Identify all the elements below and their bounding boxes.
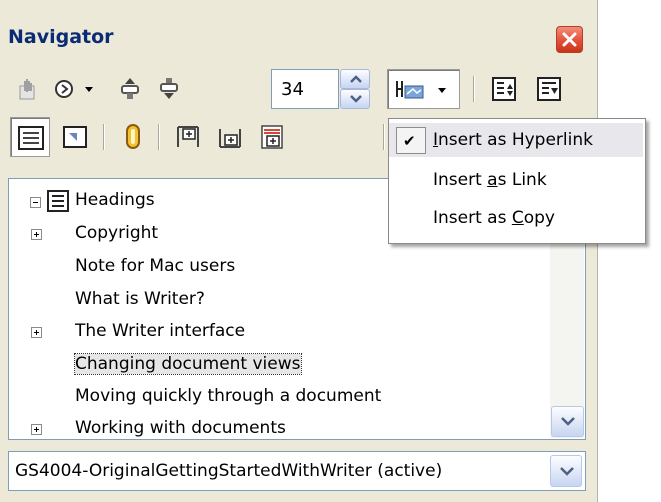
- anchor-button[interactable]: [252, 117, 292, 157]
- scroll-down-button[interactable]: [551, 406, 584, 437]
- anchor-icon: [261, 125, 283, 149]
- demote-level-button[interactable]: [529, 69, 569, 109]
- spin-up-button[interactable]: [340, 69, 370, 89]
- document-select-dropdown-button[interactable]: [550, 455, 582, 487]
- collapse-toggle[interactable]: [30, 197, 41, 208]
- navigation-icon: [55, 80, 73, 98]
- page-number-spinner[interactable]: [340, 69, 370, 109]
- menu-item-insert-as-hyperlink[interactable]: ✔ Insert as Hyperlink: [389, 123, 643, 157]
- set-reminder-button[interactable]: [113, 117, 153, 157]
- menu-item-insert-as-link[interactable]: Insert as Link: [389, 163, 643, 197]
- previous-button[interactable]: [110, 69, 150, 109]
- header-icon: [177, 126, 199, 147]
- navigation-dropdown[interactable]: [82, 69, 96, 109]
- tree-item-selected[interactable]: Changing document views: [74, 353, 302, 375]
- panel-title: Navigator: [8, 26, 114, 48]
- tree-item[interactable]: The Writer interface: [75, 321, 245, 341]
- footer-button[interactable]: [210, 117, 250, 157]
- toolbar-separator: [103, 124, 104, 150]
- chevron-down-icon: [350, 95, 362, 103]
- spin-down-button[interactable]: [340, 89, 370, 109]
- navigator-panel: Navigator 34 Headings Copyright Note for…: [0, 0, 597, 502]
- footer-icon: [219, 129, 241, 148]
- navigation-button[interactable]: [50, 69, 84, 109]
- chevron-down-icon: [560, 467, 574, 476]
- drag-mode-icon: [396, 81, 446, 99]
- headings-icon: [47, 190, 69, 212]
- drag-mode-menu: ✔ Insert as Hyperlink Insert as Link Ins…: [388, 118, 646, 244]
- list-box-icon: [18, 126, 44, 150]
- expand-toggle[interactable]: [31, 229, 42, 240]
- document-select-value: GS4004-OriginalGettingStartedWithWriter …: [15, 461, 443, 481]
- promote-level-icon: [492, 77, 516, 101]
- expand-toggle[interactable]: [31, 424, 42, 435]
- panel-border: [597, 0, 598, 502]
- expand-toggle[interactable]: [31, 327, 42, 338]
- toolbar-separator: [383, 124, 384, 150]
- close-icon: [562, 32, 577, 47]
- tree-item[interactable]: What is Writer?: [75, 289, 205, 309]
- content-view-icon: [63, 126, 87, 148]
- promote-level-button[interactable]: [484, 69, 524, 109]
- demote-level-icon: [537, 77, 561, 101]
- toolbar-separator: [473, 76, 474, 102]
- menu-item-label: Insert as Copy: [433, 208, 555, 228]
- previous-icon: [121, 78, 139, 99]
- toggle-button[interactable]: [10, 69, 50, 109]
- toolbar-separator: [158, 124, 159, 150]
- toggle-icon: [19, 79, 35, 100]
- list-box-button[interactable]: [10, 117, 50, 157]
- check-icon: ✔: [403, 132, 416, 150]
- tree-item[interactable]: Note for Mac users: [75, 256, 235, 276]
- set-reminder-icon: [126, 124, 140, 149]
- tree-item[interactable]: Copyright: [75, 223, 158, 243]
- page-number-input[interactable]: 34: [271, 69, 339, 109]
- drag-mode-button[interactable]: [387, 69, 460, 109]
- tree-root-headings[interactable]: Headings: [75, 190, 155, 210]
- menu-item-label: Insert as Link: [433, 170, 547, 190]
- header-button[interactable]: [168, 117, 208, 157]
- menu-item-insert-as-copy[interactable]: Insert as Copy: [389, 201, 643, 235]
- next-icon: [160, 78, 178, 99]
- chevron-down-icon: [85, 87, 93, 92]
- chevron-up-icon: [350, 75, 362, 83]
- next-button[interactable]: [149, 69, 189, 109]
- content-view-button[interactable]: [55, 117, 95, 157]
- chevron-down-icon: [561, 417, 575, 426]
- tree-item[interactable]: Moving quickly through a document: [75, 386, 381, 406]
- tree-item[interactable]: Working with documents: [75, 418, 286, 438]
- document-select[interactable]: GS4004-OriginalGettingStartedWithWriter …: [8, 451, 586, 491]
- close-button[interactable]: [556, 26, 583, 53]
- menu-item-label: Insert as Hyperlink: [433, 130, 593, 150]
